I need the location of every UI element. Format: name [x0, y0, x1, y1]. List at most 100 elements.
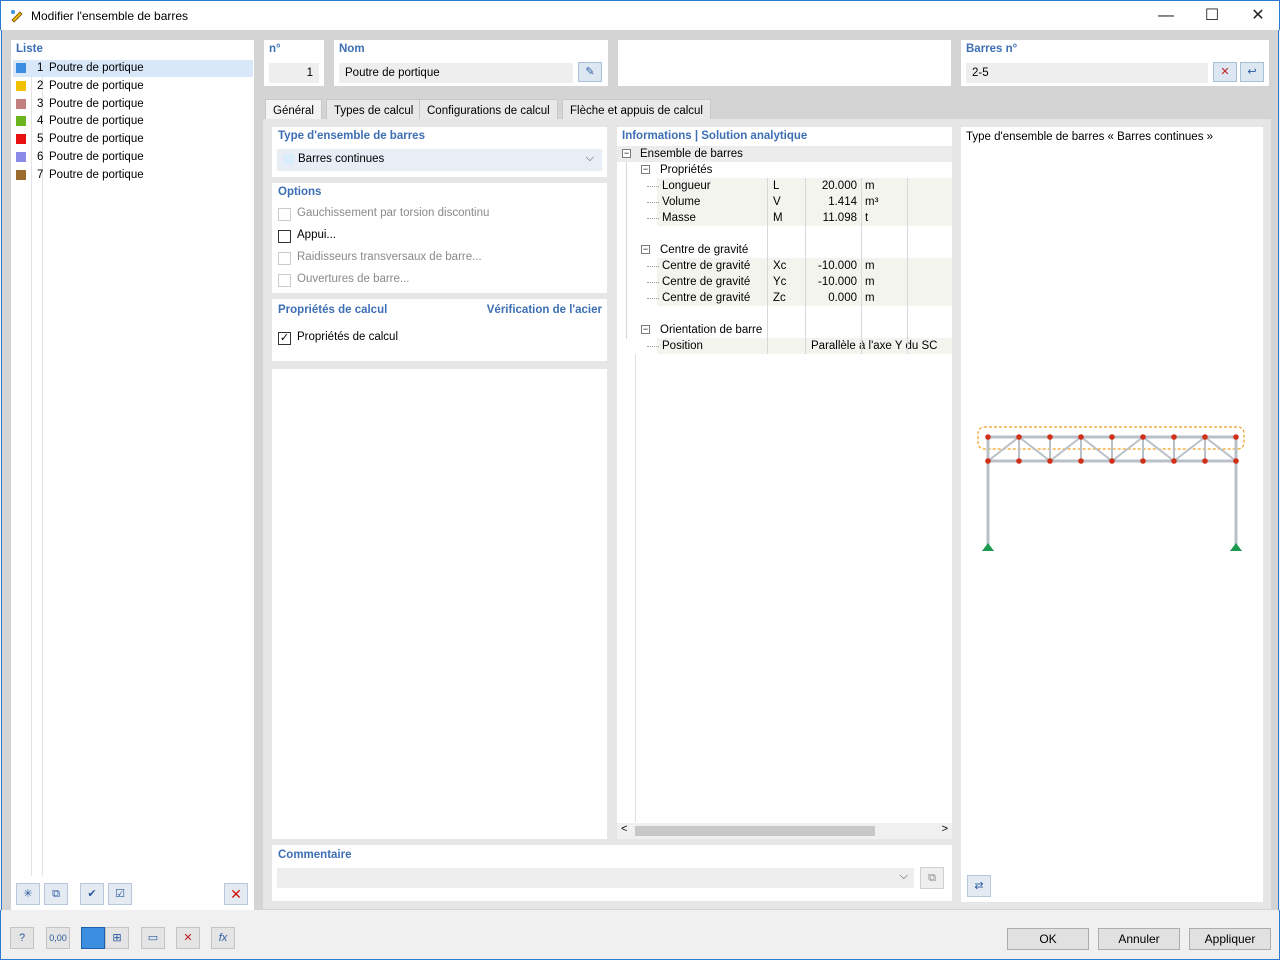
section-view-button[interactable]: ⊞ [105, 927, 129, 949]
tree-row: Longueur L 20.000 m [617, 178, 952, 194]
select-members-button[interactable]: ✕ [1213, 62, 1237, 82]
list-item[interactable]: 6 Poutre de portique [13, 149, 253, 166]
help-button[interactable]: ? [10, 927, 34, 949]
close-window-button[interactable]: ✕ [1235, 1, 1280, 31]
monitor-icon: ▭ [147, 932, 159, 944]
reverse-members-button[interactable]: ↩ [1240, 62, 1264, 82]
property-value: 0.000 [828, 292, 857, 304]
select-graphics-button[interactable]: ✕ [176, 927, 200, 949]
delete-button[interactable]: ✕ [224, 883, 248, 905]
collapse-icon[interactable]: − [641, 245, 650, 254]
ok-button[interactable]: OK [1007, 928, 1089, 950]
list-item-number: 5 [37, 133, 44, 146]
edit-icon: ✎ [585, 66, 595, 78]
property-symbol: Zc [773, 292, 786, 304]
members-field[interactable]: 2-5 [966, 63, 1208, 83]
section-icon: ⊞ [112, 932, 122, 944]
name-field[interactable]: Poutre de portique [339, 63, 573, 83]
comment-panel: Commentaire ⌵ ⧉ [272, 845, 952, 901]
frame-preview-drawing [977, 426, 1245, 551]
list-item-color-swatch [16, 63, 26, 73]
maximize-button[interactable]: ☐ [1189, 1, 1235, 31]
list-label: Liste [16, 43, 43, 55]
type-label: Type d'ensemble de barres [278, 130, 425, 142]
list-item[interactable]: 2 Poutre de portique [13, 78, 253, 95]
collapse-icon[interactable]: − [641, 165, 650, 174]
property-unit: m [865, 292, 875, 304]
tree-row: Volume V 1.414 m³ [617, 194, 952, 210]
list-item[interactable]: 7 Poutre de portique [13, 167, 253, 184]
view-options-button[interactable]: ⇄ [967, 875, 991, 897]
property-unit: m³ [865, 196, 879, 208]
tree-group: − Propriétés [636, 162, 952, 178]
scroll-left-icon[interactable]: < [621, 823, 627, 835]
list-item-color-swatch [16, 134, 26, 145]
cancel-button[interactable]: Annuler [1098, 928, 1180, 950]
tree-root-label: Ensemble de barres [640, 148, 743, 160]
apply-button[interactable]: Appliquer [1189, 928, 1271, 950]
info-panel: Informations | Solution analytique − Ense… [617, 127, 952, 839]
check-selected-button[interactable]: ☑ [108, 883, 132, 905]
copy-icon: ⧉ [928, 872, 936, 884]
collapse-icon[interactable]: − [641, 325, 650, 334]
type-panel: Type d'ensemble de barres Barres continu… [272, 127, 607, 177]
scroll-right-icon[interactable]: > [942, 823, 948, 835]
option-checkbox-2[interactable] [278, 230, 291, 243]
tab-2[interactable]: Types de calcul [326, 99, 422, 121]
list-item-color-swatch [16, 116, 26, 127]
collapse-icon[interactable]: − [622, 149, 631, 158]
list-item-number: 3 [37, 97, 44, 110]
preview-title: Type d'ensemble de barres « Barres conti… [966, 131, 1214, 143]
display-button[interactable]: ▭ [141, 927, 165, 949]
number-field[interactable]: 1 [269, 63, 319, 83]
comment-field[interactable]: ⌵ [277, 868, 914, 888]
property-unit: m [865, 260, 875, 272]
list-item[interactable]: 3 Poutre de portique [13, 96, 253, 113]
app-icon [11, 10, 23, 23]
name-panel: Nom Poutre de portique ✎ [334, 40, 608, 86]
list-item[interactable]: 5 Poutre de portique [13, 131, 253, 148]
view-settings-icon: ⇄ [974, 880, 984, 892]
value-format-button[interactable]: 0,00 [46, 927, 70, 949]
preview-panel: Type d'ensemble de barres « Barres conti… [961, 127, 1263, 902]
property-symbol: L [773, 180, 780, 192]
option-label-3: Raidisseurs transversaux de barre... [297, 251, 482, 263]
tab-1[interactable]: Général [265, 99, 322, 121]
list-item[interactable]: 1 Poutre de portique [13, 60, 253, 77]
property-value: -10.000 [817, 260, 857, 272]
tab-3[interactable]: Configurations de calcul [419, 99, 558, 121]
chevron-down-icon[interactable]: ⌵ [900, 870, 908, 883]
tab-4[interactable]: Flèche et appuis de calcul [562, 99, 711, 121]
info-label: Informations | Solution analytique [622, 130, 808, 142]
list-panel: Liste 1 Poutre de portique 2 Poutre de port… [11, 40, 254, 910]
minimize-button[interactable]: — [1143, 1, 1189, 31]
new-item-button[interactable]: ✳ [16, 883, 40, 905]
edit-name-button[interactable]: ✎ [578, 62, 602, 82]
list-item[interactable]: 4 Poutre de portique [13, 113, 253, 130]
copy-item-button[interactable]: ⧉ [44, 883, 68, 905]
name-label: Nom [339, 43, 365, 55]
calc-props-checkbox[interactable]: ✓ [278, 332, 291, 345]
list-item-color-swatch [16, 80, 26, 91]
color-button[interactable] [81, 927, 105, 949]
tree-row: Centre de gravité Yc -10.000 m [617, 274, 952, 290]
formula-button[interactable]: fx [211, 927, 235, 949]
property-symbol: M [773, 212, 783, 224]
list-item-label: Poutre de portique [49, 115, 144, 128]
comment-copy-button[interactable]: ⧉ [920, 867, 944, 889]
property-value: -10.000 [817, 276, 857, 288]
scrollbar-thumb[interactable] [635, 826, 875, 836]
calc-props-label: Propriétés de calcul [278, 304, 388, 316]
calc-props-checkbox-label: Propriétés de calcul [297, 331, 398, 343]
check-all-button[interactable]: ✔ [80, 883, 104, 905]
tree-group: − Centre de gravité [636, 242, 952, 258]
steel-check-link[interactable]: Vérification de l'acier [487, 304, 602, 316]
type-dropdown[interactable]: Barres continues ⌵ [277, 149, 602, 171]
pick-cursor-icon: ✕ [1220, 66, 1230, 78]
title-bar: Modifier l'ensemble de barres — ☐ ✕ [0, 0, 1280, 30]
type-color-swatch [283, 154, 294, 165]
list-item-label: Poutre de portique [49, 168, 144, 181]
list-item-color-swatch [16, 98, 26, 109]
horizontal-scrollbar[interactable]: < > [617, 823, 952, 839]
list-item-number: 2 [37, 79, 44, 92]
